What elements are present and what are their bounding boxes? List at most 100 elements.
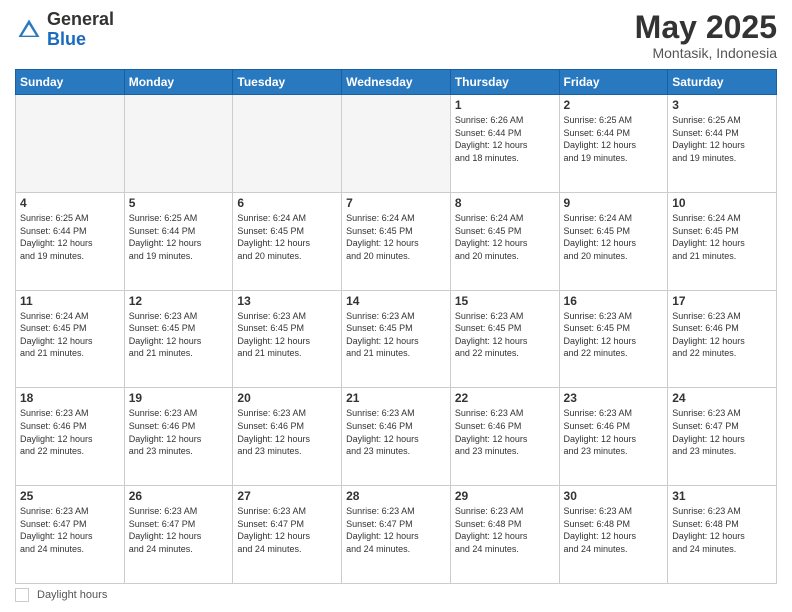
day-number: 19 [129, 391, 229, 405]
month-title: May 2025 [635, 10, 777, 45]
table-row: 29Sunrise: 6:23 AM Sunset: 6:48 PM Dayli… [450, 486, 559, 584]
day-info: Sunrise: 6:24 AM Sunset: 6:45 PM Dayligh… [346, 212, 446, 262]
col-sunday: Sunday [16, 70, 125, 95]
day-info: Sunrise: 6:23 AM Sunset: 6:48 PM Dayligh… [564, 505, 664, 555]
col-wednesday: Wednesday [342, 70, 451, 95]
location: Montasik, Indonesia [635, 45, 777, 61]
day-number: 12 [129, 294, 229, 308]
table-row: 31 Sunrise: 6:23 AM Sunset: 6:48 PM Dayli… [668, 486, 777, 584]
day-number: 16 [564, 294, 664, 308]
day-number: 17 [672, 294, 772, 308]
day-number: 21 [346, 391, 446, 405]
day-info: Sunrise: 6:24 AM Sunset: 6:45 PM Dayligh… [672, 212, 772, 262]
day-info: Sunrise: 6:23 AM Sunset: 6:45 PM Dayligh… [564, 310, 664, 360]
daylight-label: Daylight hours [37, 589, 107, 601]
calendar-table: Sunday Monday Tuesday Wednesday Thursday… [15, 69, 777, 584]
day-number: 2 [564, 98, 664, 112]
calendar-week-5: 25 Sunrise: 6:23 AM Sunset: 6:47 PM Dayli… [16, 486, 777, 584]
table-row: 19Sunrise: 6:23 AM Sunset: 6:46 PM Dayli… [124, 388, 233, 486]
calendar-week-2: 4 Sunrise: 6:25 AM Sunset: 6:44 PM Daylig… [16, 192, 777, 290]
table-row: 6Sunrise: 6:24 AM Sunset: 6:45 PM Daylig… [233, 192, 342, 290]
day-number: 9 [564, 196, 664, 210]
table-row: 23 Sunrise: 6:23 AM Sunset: 6:46 PM Dayli… [559, 388, 668, 486]
day-number: 5 [129, 196, 229, 210]
day-info: Sunrise: 6:26 AM Sunset: 6:44 PM Dayligh… [455, 114, 555, 164]
calendar-week-3: 11Sunrise: 6:24 AM Sunset: 6:45 PM Dayli… [16, 290, 777, 388]
day-info: Sunrise: 6:23 AM Sunset: 6:45 PM Dayligh… [237, 310, 337, 360]
table-row: 15 Sunrise: 6:23 AM Sunset: 6:45 PM Dayli… [450, 290, 559, 388]
day-number: 27 [237, 489, 337, 503]
footer: Daylight hours [15, 588, 777, 602]
table-row: 18Sunrise: 6:23 AM Sunset: 6:46 PM Dayli… [16, 388, 125, 486]
table-row: 11Sunrise: 6:24 AM Sunset: 6:45 PM Dayli… [16, 290, 125, 388]
col-saturday: Saturday [668, 70, 777, 95]
day-number: 15 [455, 294, 555, 308]
table-row: 28Sunrise: 6:23 AM Sunset: 6:47 PM Dayli… [342, 486, 451, 584]
page: General Blue May 2025 Montasik, Indonesi… [0, 0, 792, 612]
title-block: May 2025 Montasik, Indonesia [635, 10, 777, 61]
table-row: 21 Sunrise: 6:23 AM Sunset: 6:46 PM Dayli… [342, 388, 451, 486]
day-number: 25 [20, 489, 120, 503]
table-row: 24 Sunrise: 6:23 AM Sunset: 6:47 PM Dayli… [668, 388, 777, 486]
day-info: Sunrise: 6:23 AM Sunset: 6:46 PM Dayligh… [672, 310, 772, 360]
calendar-week-1: 1 Sunrise: 6:26 AM Sunset: 6:44 PM Daylig… [16, 95, 777, 193]
table-row: 17 Sunrise: 6:23 AM Sunset: 6:46 PM Dayli… [668, 290, 777, 388]
table-row: 14 Sunrise: 6:23 AM Sunset: 6:45 PM Dayli… [342, 290, 451, 388]
day-info: Sunrise: 6:24 AM Sunset: 6:45 PM Dayligh… [455, 212, 555, 262]
calendar-header: Sunday Monday Tuesday Wednesday Thursday… [16, 70, 777, 95]
day-info: Sunrise: 6:23 AM Sunset: 6:47 PM Dayligh… [672, 407, 772, 457]
day-info: Sunrise: 6:24 AM Sunset: 6:45 PM Dayligh… [564, 212, 664, 262]
day-info: Sunrise: 6:25 AM Sunset: 6:44 PM Dayligh… [672, 114, 772, 164]
day-number: 31 [672, 489, 772, 503]
day-info: Sunrise: 6:23 AM Sunset: 6:47 PM Dayligh… [346, 505, 446, 555]
day-info: Sunrise: 6:23 AM Sunset: 6:47 PM Dayligh… [129, 505, 229, 555]
day-info: Sunrise: 6:24 AM Sunset: 6:45 PM Dayligh… [20, 310, 120, 360]
day-info: Sunrise: 6:23 AM Sunset: 6:45 PM Dayligh… [129, 310, 229, 360]
day-info: Sunrise: 6:23 AM Sunset: 6:48 PM Dayligh… [672, 505, 772, 555]
day-number: 6 [237, 196, 337, 210]
table-row: 1 Sunrise: 6:26 AM Sunset: 6:44 PM Daylig… [450, 95, 559, 193]
day-info: Sunrise: 6:23 AM Sunset: 6:47 PM Dayligh… [20, 505, 120, 555]
table-row: 26Sunrise: 6:23 AM Sunset: 6:47 PM Dayli… [124, 486, 233, 584]
table-row: 3 Sunrise: 6:25 AM Sunset: 6:44 PM Daylig… [668, 95, 777, 193]
day-info: Sunrise: 6:25 AM Sunset: 6:44 PM Dayligh… [564, 114, 664, 164]
day-number: 7 [346, 196, 446, 210]
header-row: Sunday Monday Tuesday Wednesday Thursday… [16, 70, 777, 95]
day-info: Sunrise: 6:23 AM Sunset: 6:48 PM Dayligh… [455, 505, 555, 555]
table-row: 8 Sunrise: 6:24 AM Sunset: 6:45 PM Daylig… [450, 192, 559, 290]
table-row: 4Sunrise: 6:25 AM Sunset: 6:44 PM Daylig… [16, 192, 125, 290]
day-number: 24 [672, 391, 772, 405]
day-number: 23 [564, 391, 664, 405]
day-info: Sunrise: 6:23 AM Sunset: 6:46 PM Dayligh… [346, 407, 446, 457]
table-row [124, 95, 233, 193]
day-info: Sunrise: 6:23 AM Sunset: 6:46 PM Dayligh… [564, 407, 664, 457]
logo-blue: Blue [47, 29, 86, 49]
day-info: Sunrise: 6:23 AM Sunset: 6:46 PM Dayligh… [237, 407, 337, 457]
table-row: 7 Sunrise: 6:24 AM Sunset: 6:45 PM Daylig… [342, 192, 451, 290]
header: General Blue May 2025 Montasik, Indonesi… [15, 10, 777, 61]
day-number: 8 [455, 196, 555, 210]
day-number: 22 [455, 391, 555, 405]
calendar-body: 1 Sunrise: 6:26 AM Sunset: 6:44 PM Daylig… [16, 95, 777, 584]
day-info: Sunrise: 6:23 AM Sunset: 6:45 PM Dayligh… [346, 310, 446, 360]
day-number: 20 [237, 391, 337, 405]
table-row: 13Sunrise: 6:23 AM Sunset: 6:45 PM Dayli… [233, 290, 342, 388]
col-thursday: Thursday [450, 70, 559, 95]
day-number: 1 [455, 98, 555, 112]
day-number: 14 [346, 294, 446, 308]
day-number: 3 [672, 98, 772, 112]
table-row [233, 95, 342, 193]
table-row: 12 Sunrise: 6:23 AM Sunset: 6:45 PM Dayli… [124, 290, 233, 388]
table-row: 20 Sunrise: 6:23 AM Sunset: 6:46 PM Dayli… [233, 388, 342, 486]
day-number: 18 [20, 391, 120, 405]
day-info: Sunrise: 6:25 AM Sunset: 6:44 PM Dayligh… [129, 212, 229, 262]
table-row: 9 Sunrise: 6:24 AM Sunset: 6:45 PM Daylig… [559, 192, 668, 290]
day-number: 4 [20, 196, 120, 210]
col-monday: Monday [124, 70, 233, 95]
table-row: 22 Sunrise: 6:23 AM Sunset: 6:46 PM Dayli… [450, 388, 559, 486]
logo-text: General Blue [47, 10, 114, 50]
day-info: Sunrise: 6:23 AM Sunset: 6:46 PM Dayligh… [455, 407, 555, 457]
day-info: Sunrise: 6:23 AM Sunset: 6:45 PM Dayligh… [455, 310, 555, 360]
daylight-box [15, 588, 29, 602]
table-row: 2 Sunrise: 6:25 AM Sunset: 6:44 PM Daylig… [559, 95, 668, 193]
